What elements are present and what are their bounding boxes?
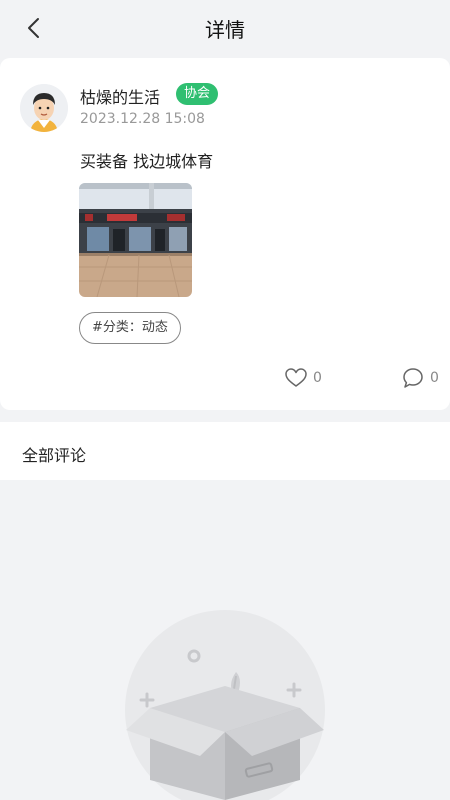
comments-title: 全部评论 <box>22 446 87 465</box>
comment-count: 0 <box>430 370 439 386</box>
storefront-photo <box>79 183 192 297</box>
author-name[interactable]: 枯燥的生活 <box>80 84 160 108</box>
post-image[interactable] <box>79 183 192 297</box>
comment-bubble-icon <box>403 368 423 388</box>
post-text: 买装备 找边城体育 <box>80 152 214 171</box>
category-tag[interactable]: #分类：动态 <box>79 312 181 344</box>
top-bar: 详情 <box>0 0 450 56</box>
avatar[interactable] <box>20 84 68 132</box>
empty-box-icon <box>125 610 325 800</box>
page-title: 详情 <box>205 18 245 42</box>
comment-button[interactable]: 0 <box>402 366 439 390</box>
like-count: 0 <box>313 370 322 386</box>
post-time: 2023.12.28 15:08 <box>80 111 205 127</box>
empty-state <box>0 480 450 800</box>
association-badge: 协会 <box>176 83 219 105</box>
avatar-face-icon <box>20 84 68 132</box>
post-card: 枯燥的生活 协会 2023.12.28 15:08 买装备 找边城体育 #分类：… <box>0 58 450 410</box>
heart-icon <box>285 368 307 387</box>
like-button[interactable]: 0 <box>285 366 322 390</box>
comments-header: 全部评论 <box>0 422 450 480</box>
